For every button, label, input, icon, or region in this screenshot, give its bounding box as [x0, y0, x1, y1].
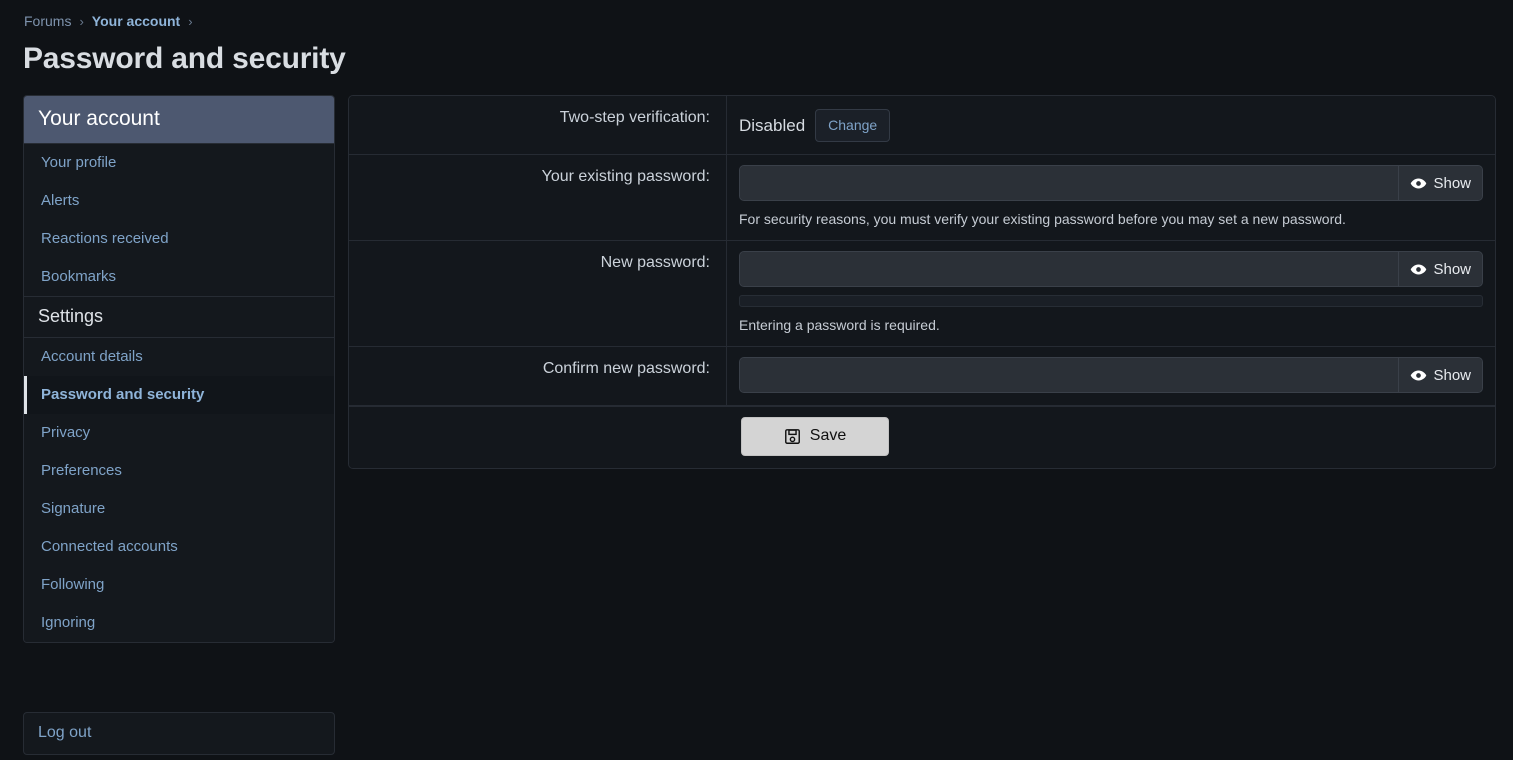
breadcrumb: Forums › Your account › [24, 10, 201, 32]
value-existing-password: Show For security reasons, you must veri… [727, 155, 1495, 241]
sidebar-item-connected-accounts[interactable]: Connected accounts [24, 528, 334, 567]
sidebar-item-reactions-received[interactable]: Reactions received [24, 220, 334, 259]
save-button[interactable]: Save [741, 417, 889, 457]
eye-icon [1410, 367, 1427, 384]
existing-password-input-wrap: Show [739, 165, 1483, 201]
password-security-form-panel: Two-step verification: Disabled Change Y… [348, 95, 1496, 470]
label-existing-password: Your existing password: [349, 155, 727, 241]
row-confirm-password: Confirm new password: Show [349, 347, 1495, 407]
password-strength-meter [739, 295, 1483, 308]
sidebar-item-account-details[interactable]: Account details [24, 338, 334, 377]
sidebar-item-following[interactable]: Following [24, 566, 334, 605]
show-existing-password-label: Show [1433, 174, 1471, 192]
sidebar-group-settings: Account details Password and security Pr… [24, 337, 334, 643]
sidebar-item-signature[interactable]: Signature [24, 490, 334, 529]
sidebar-heading-settings: Settings [24, 296, 334, 338]
existing-password-hint: For security reasons, you must verify yo… [739, 211, 1346, 227]
two-step-status-group: Disabled Change [739, 106, 1483, 142]
eye-icon [1410, 261, 1427, 278]
change-two-step-button[interactable]: Change [815, 109, 891, 142]
new-password-hint: Entering a password is required. [739, 317, 940, 334]
floppy-disk-icon [784, 428, 801, 445]
breadcrumb-separator-icon: › [79, 13, 84, 29]
logout-box: Log out [23, 712, 335, 755]
sidebar-group-account: Your profile Alerts Reactions received B… [24, 143, 334, 297]
log-out-link[interactable]: Log out [24, 713, 334, 754]
value-two-step-verification: Disabled Change [727, 96, 1495, 154]
row-existing-password: Your existing password: Show For securit… [349, 155, 1495, 242]
confirm-password-input[interactable] [740, 358, 1399, 393]
breadcrumb-separator-icon-2: › [188, 13, 193, 29]
show-existing-password-button[interactable]: Show [1398, 166, 1482, 200]
show-confirm-password-label: Show [1433, 366, 1471, 384]
sidebar-item-privacy[interactable]: Privacy [24, 414, 334, 453]
eye-icon [1410, 175, 1427, 192]
label-two-step-verification: Two-step verification: [349, 96, 727, 154]
value-new-password: Show Entering a password is required. [727, 241, 1495, 347]
show-confirm-password-button[interactable]: Show [1398, 358, 1482, 393]
page-title: Password and security [23, 42, 346, 75]
panel-footer: Save [349, 406, 1495, 469]
sidebar-item-password-and-security[interactable]: Password and security [24, 376, 334, 415]
sidebar-item-preferences[interactable]: Preferences [24, 452, 334, 491]
breadcrumb-item-forums[interactable]: Forums [24, 13, 71, 29]
confirm-password-input-wrap: Show [739, 357, 1483, 394]
show-new-password-button[interactable]: Show [1398, 252, 1482, 287]
breadcrumb-item-your-account[interactable]: Your account [92, 13, 180, 29]
value-confirm-password: Show [727, 347, 1495, 406]
label-confirm-password: Confirm new password: [349, 347, 727, 406]
show-new-password-label: Show [1433, 260, 1471, 278]
sidebar: Your account Your profile Alerts Reactio… [23, 95, 335, 644]
sidebar-item-ignoring[interactable]: Ignoring [24, 604, 334, 643]
existing-password-input[interactable] [740, 166, 1399, 200]
sidebar-item-bookmarks[interactable]: Bookmarks [24, 258, 334, 297]
new-password-input-wrap: Show [739, 251, 1483, 288]
sidebar-item-your-profile[interactable]: Your profile [24, 144, 334, 183]
sidebar-header: Your account [24, 96, 334, 144]
row-two-step-verification: Two-step verification: Disabled Change [349, 96, 1495, 155]
row-new-password: New password: Show Entering a password i… [349, 241, 1495, 348]
label-new-password: New password: [349, 241, 727, 347]
sidebar-item-alerts[interactable]: Alerts [24, 182, 334, 221]
save-button-label: Save [809, 427, 847, 445]
new-password-input[interactable] [740, 252, 1399, 287]
two-step-status-text: Disabled [739, 115, 806, 135]
